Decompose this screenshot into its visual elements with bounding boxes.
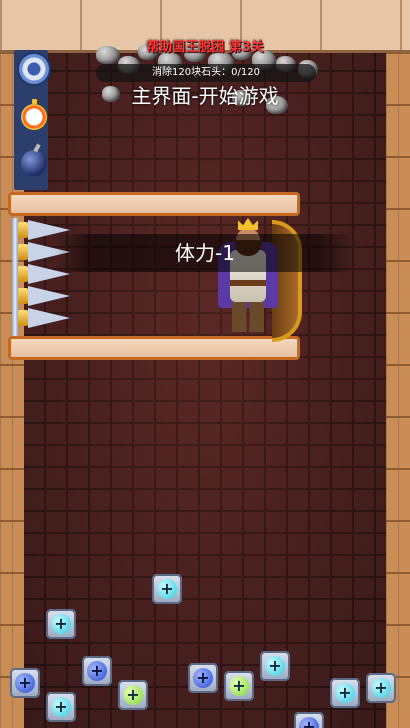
- gem-block[interactable]: +: [152, 574, 182, 604]
- plus-icon: +: [51, 614, 71, 634]
- plus-icon: +: [123, 685, 143, 705]
- right-pillar: [386, 0, 410, 728]
- bomb-icon: [21, 150, 47, 176]
- crown-icon: [238, 218, 258, 230]
- timer-button[interactable]: [17, 99, 51, 134]
- spike: [18, 286, 70, 306]
- lower-plank: [8, 336, 300, 360]
- bomb-button[interactable]: [17, 146, 51, 180]
- gem-block[interactable]: +: [224, 671, 254, 701]
- stamina-toast: 体力-1: [56, 234, 354, 272]
- level-title: 帮助国王脱困 第3关: [146, 40, 264, 55]
- plus-icon: +: [157, 579, 177, 599]
- gem-block[interactable]: +: [46, 609, 76, 639]
- plus-icon: +: [299, 717, 319, 728]
- plus-icon: +: [15, 673, 35, 693]
- plus-icon: +: [229, 676, 249, 696]
- gem-block[interactable]: +: [366, 673, 396, 703]
- gem-block[interactable]: +: [188, 663, 218, 693]
- gem-block[interactable]: +: [82, 656, 112, 686]
- gem-block[interactable]: +: [294, 712, 324, 728]
- plus-icon: +: [193, 668, 213, 688]
- gem-block[interactable]: +: [46, 692, 76, 722]
- gem-block[interactable]: +: [10, 668, 40, 698]
- plus-icon: +: [87, 661, 107, 681]
- plus-icon: +: [371, 678, 391, 698]
- game-scene: 帮助国王脱困 第3关 消除120块石头：0/120 主界面-开始游戏 体力-1 …: [0, 0, 410, 728]
- gem-block[interactable]: +: [330, 678, 360, 708]
- settings-button[interactable]: [17, 52, 51, 86]
- stopwatch-icon: [21, 99, 47, 130]
- upper-plank: [8, 192, 300, 216]
- gem-block[interactable]: +: [118, 680, 148, 710]
- spike: [18, 308, 70, 328]
- plus-icon: +: [51, 697, 71, 717]
- plus-icon: +: [265, 656, 285, 676]
- brick-wall: [22, 48, 388, 728]
- overlay-text: 主界面-开始游戏: [131, 84, 279, 108]
- gem-block[interactable]: +: [260, 651, 290, 681]
- plus-icon: +: [335, 683, 355, 703]
- gear-icon: [19, 54, 49, 84]
